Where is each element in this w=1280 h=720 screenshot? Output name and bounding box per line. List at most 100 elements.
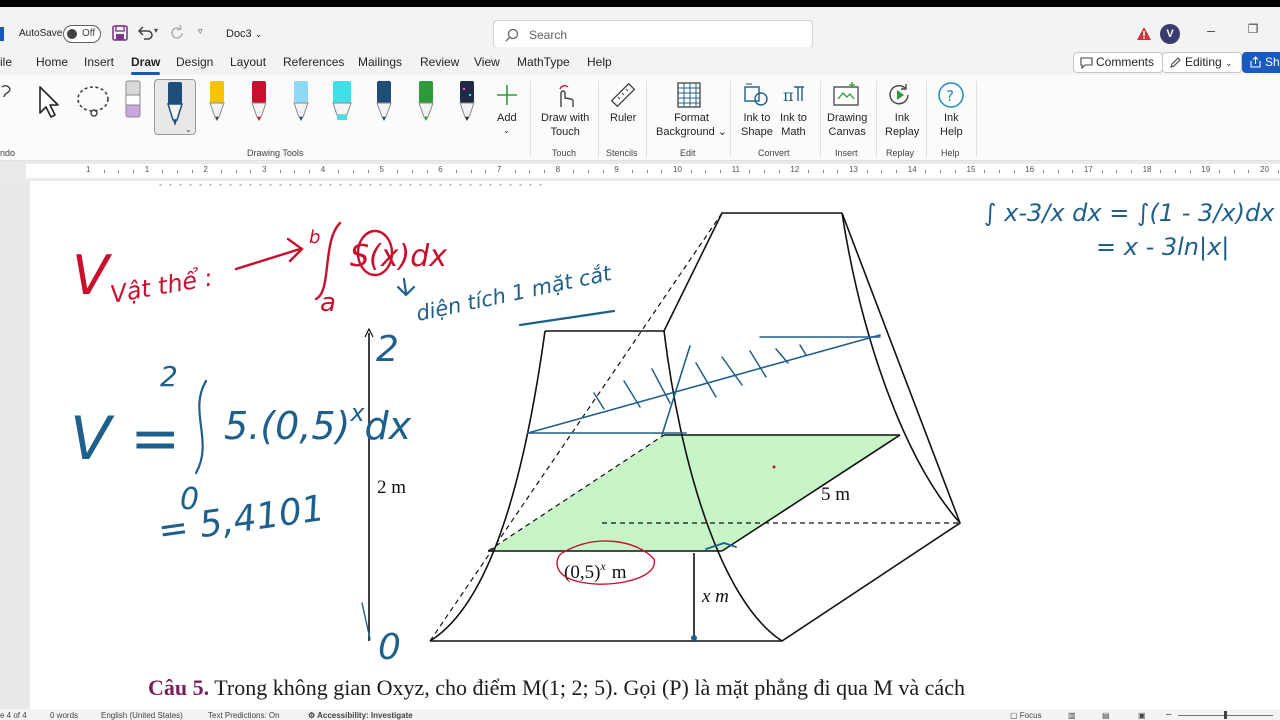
tab-draw[interactable]: Draw [131,55,161,75]
status-page-count[interactable]: e 4 of 4 [0,711,27,720]
eraser-icon[interactable] [121,79,145,123]
hw-dot [772,465,776,469]
customize-qat-icon[interactable]: ▿ [198,26,216,44]
ruler-tick [1042,170,1044,173]
drawing-canvas-icon[interactable] [832,81,860,109]
draw-with-touch-label[interactable]: Draw with Touch [541,111,589,139]
tab-help[interactable]: Help [587,55,612,69]
tab-view[interactable]: View [474,55,500,69]
lasso-select-icon[interactable] [74,83,112,123]
document-area[interactable]: . . . . . . . . . . . . . . . . . . . . … [0,181,1280,709]
group-separator [598,81,599,157]
help-group-label: Help [941,148,960,158]
status-language[interactable]: English (United States) [101,711,183,720]
minimize-icon[interactable]: – [1201,22,1221,42]
print-layout-icon[interactable]: ▤ [1102,711,1110,720]
tab-mailings[interactable]: Mailings [358,55,402,69]
chevron-down-icon: ⌄ [1225,58,1233,68]
select-cursor-icon[interactable] [35,83,63,121]
ruler-label[interactable]: Ruler [610,111,636,125]
tab-file[interactable]: ile [0,55,12,69]
status-text-predictions[interactable]: Text Predictions: On [208,711,280,720]
restore-icon[interactable]: ❐ [1243,22,1263,42]
add-pen-label[interactable]: Add [497,111,517,125]
highlighter-cyan-icon[interactable] [330,79,354,123]
tab-home[interactable]: Home [36,55,68,69]
editing-button[interactable]: Editing ⌄ [1162,52,1242,73]
ruler-tick [367,170,369,173]
hw-underline [518,309,616,327]
share-button[interactable]: Sha [1242,52,1280,73]
edit-group-label: Edit [680,148,696,158]
format-background-label[interactable]: Format Background ⌄ [656,111,727,139]
user-avatar[interactable]: V [1160,24,1180,44]
pen-darkblue-icon[interactable] [372,79,396,123]
tab-review[interactable]: Review [420,55,459,69]
ruler-tick [998,170,1000,173]
redo-icon[interactable] [168,24,186,42]
add-pen-icon[interactable] [495,83,519,107]
ruler-tick [103,170,105,173]
hw-vat-the: Vật thể : [108,263,215,309]
comment-icon [1080,57,1093,69]
ruler-tick [984,170,986,173]
ruler-tick [1013,170,1015,173]
tab-design[interactable]: Design [176,55,213,69]
status-word-count[interactable]: 0 words [50,711,78,720]
tab-insert[interactable]: Insert [84,55,114,69]
tab-references[interactable]: References [283,55,344,69]
ruler-tick [940,170,942,173]
ruler-number: 12 [790,165,800,174]
ink-replay-line2: Replay [885,126,920,138]
ruler-tick [573,170,575,173]
ruler-icon[interactable] [608,81,636,109]
autosave-toggle[interactable]: Off [63,25,101,43]
ink-to-math-icon[interactable]: π [780,81,808,109]
comments-button[interactable]: Comments [1073,52,1164,73]
label-xm: x m [701,586,729,607]
warning-icon[interactable] [1136,26,1152,42]
ink-help-icon[interactable]: ? [937,81,965,109]
ink-to-math-label[interactable]: Ink to Math [780,111,807,139]
undo-icon[interactable] [136,24,154,42]
ruler-tick [778,170,780,173]
save-icon[interactable] [111,24,129,42]
drawing-canvas-label[interactable]: Drawing Canvas [827,111,867,139]
draw-with-touch-line1: Draw with [541,112,590,124]
ruler-tick [720,170,722,173]
group-separator [820,81,821,157]
ruler-tick [705,170,707,173]
pen-lightblue-icon[interactable] [289,79,313,123]
pen-green-icon[interactable] [414,79,438,123]
status-focus[interactable]: ▢ Focus [1010,711,1042,720]
ruler-tick [338,170,340,173]
ink-replay-label[interactable]: Ink Replay [885,111,919,139]
ruler-tick [822,170,824,173]
format-background-icon[interactable] [676,81,702,109]
search-placeholder: Search [529,28,568,42]
pen-galaxy-icon[interactable] [455,79,479,123]
read-mode-icon[interactable]: ▥ [1068,711,1076,720]
pen-selected-tile[interactable]: ⌄ [154,79,196,135]
horizontal-ruler[interactable]: 1 1 2 3 4 5 6 7 8 9 10 11 12 13 14 15 16 17 18 19 20 [0,161,1280,181]
chevron-down-icon[interactable]: ⌄ [503,124,510,138]
tab-layout[interactable]: Layout [230,55,266,69]
draw-with-touch-icon[interactable] [552,83,578,109]
lasso-partial-icon[interactable] [0,83,12,105]
ink-help-label[interactable]: Ink Help [940,111,963,139]
document-name[interactable]: Doc3 ⌄ [226,28,262,40]
ink-to-shape-icon[interactable] [742,81,770,109]
web-layout-icon[interactable]: ▣ [1138,711,1146,720]
pencil-yellow-icon[interactable] [205,79,229,123]
ruler-tick [587,170,589,173]
zoom-out-icon[interactable]: – [1166,709,1172,720]
zoom-slider-thumb[interactable] [1224,711,1227,719]
status-accessibility[interactable]: ⚙ Accessibility: Investigate [308,711,413,720]
pen-red-icon[interactable] [247,79,271,123]
tab-mathtype[interactable]: MathType [517,55,570,69]
word-logo-icon [0,27,4,41]
ink-replay-icon[interactable] [886,81,914,109]
ruler-tick [133,170,135,173]
ink-to-shape-label[interactable]: Ink to Shape [741,111,773,139]
search-box[interactable]: Search [493,20,813,48]
